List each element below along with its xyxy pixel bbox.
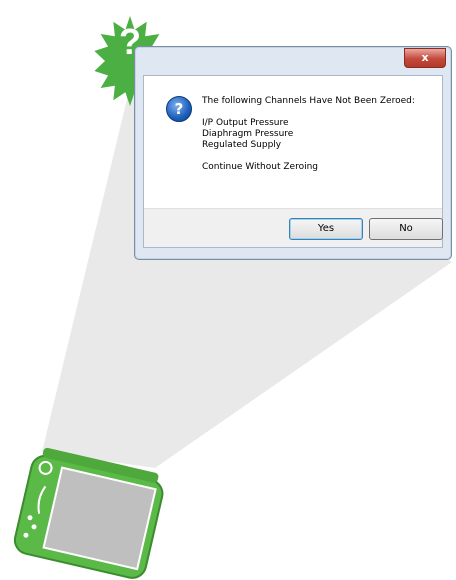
dialog-titlebar[interactable]: x bbox=[135, 47, 451, 73]
channel-item: I/P Output Pressure bbox=[202, 118, 289, 128]
confirm-dialog: x ? The following Channels Have Not Been… bbox=[134, 46, 452, 260]
message-question: Continue Without Zeroing bbox=[202, 162, 318, 172]
yes-button[interactable]: Yes bbox=[289, 218, 363, 240]
question-icon: ? bbox=[166, 96, 192, 122]
no-button[interactable]: No bbox=[369, 218, 443, 240]
message-heading: The following Channels Have Not Been Zer… bbox=[202, 96, 415, 106]
channel-item: Regulated Supply bbox=[202, 140, 282, 150]
dialog-button-bar: Yes No bbox=[144, 208, 443, 247]
dialog-client-area: ? The following Channels Have Not Been Z… bbox=[143, 75, 443, 248]
dialog-message: The following Channels Have Not Been Zer… bbox=[202, 96, 432, 173]
channel-item: Diaphragm Pressure bbox=[202, 129, 294, 139]
close-button[interactable]: x bbox=[404, 48, 446, 68]
